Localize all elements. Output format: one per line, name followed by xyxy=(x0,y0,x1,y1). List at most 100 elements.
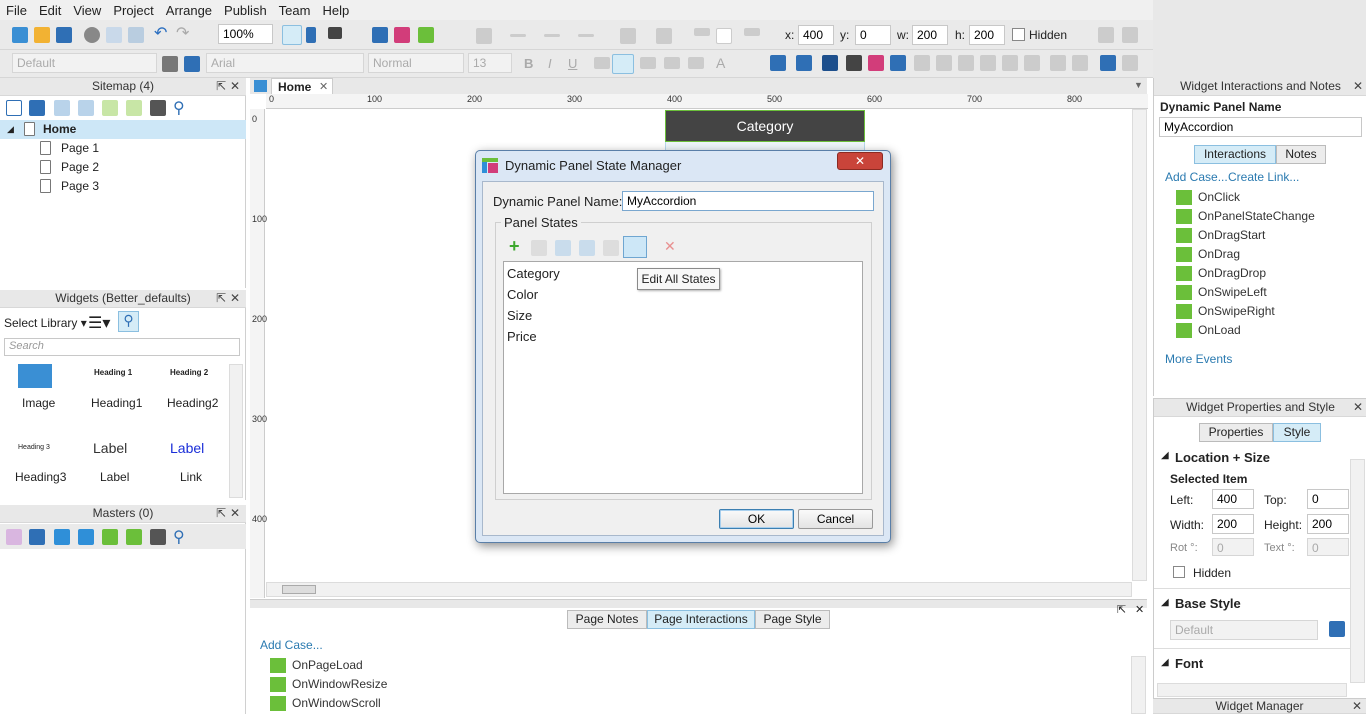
style-select[interactable]: Default xyxy=(12,53,157,73)
panel-name-input[interactable]: MyAccordion xyxy=(622,191,874,211)
close-icon[interactable]: ✕ xyxy=(1353,78,1363,95)
bullets-icon[interactable] xyxy=(664,57,680,69)
tab-menu-icon[interactable]: ▼ xyxy=(1134,80,1143,90)
menu-publish[interactable]: Publish xyxy=(224,3,267,18)
export-icon[interactable] xyxy=(1122,27,1138,43)
canvas-hscrollbar[interactable] xyxy=(266,582,1132,597)
hidden-checkbox[interactable] xyxy=(1173,566,1185,578)
sitemap-item-page-1[interactable]: Page 1 xyxy=(0,139,246,158)
add-folder-icon[interactable] xyxy=(29,100,45,116)
move-up-icon[interactable] xyxy=(54,100,70,116)
align-middle-objects-icon[interactable] xyxy=(1002,55,1018,71)
font-color-icon[interactable]: A xyxy=(716,55,725,71)
pin-icon[interactable]: ⇱ xyxy=(216,78,226,95)
event-onclick[interactable]: OnClick xyxy=(1176,188,1240,207)
event-ondragstart[interactable]: OnDragStart xyxy=(1176,226,1265,245)
heading2-preview[interactable]: Heading 2 xyxy=(170,368,208,377)
add-folder-icon[interactable] xyxy=(29,529,45,545)
new-file-icon[interactable] xyxy=(12,27,28,43)
tab-notes[interactable]: Notes xyxy=(1276,145,1326,164)
menu-edit[interactable]: Edit xyxy=(39,3,61,18)
y-input[interactable]: 0 xyxy=(855,25,891,45)
canvas-vscrollbar[interactable] xyxy=(1132,109,1147,581)
width-input[interactable]: 200 xyxy=(1212,514,1254,534)
heading1-preview[interactable]: Heading 1 xyxy=(94,368,132,377)
pin-icon[interactable]: ⇱ xyxy=(1117,603,1126,616)
send-back-icon[interactable] xyxy=(846,55,862,71)
state-item-price[interactable]: Price xyxy=(507,329,537,344)
align-objects-icon[interactable] xyxy=(914,55,930,71)
ungroup-icon[interactable] xyxy=(890,55,906,71)
rot-input[interactable]: 0 xyxy=(1212,538,1254,556)
tab-interactions[interactable]: Interactions xyxy=(1194,145,1276,164)
open-folder-icon[interactable] xyxy=(34,27,50,43)
align-center-objects-icon[interactable] xyxy=(936,55,952,71)
delete-master-icon[interactable] xyxy=(150,529,166,545)
close-icon[interactable]: ✕ xyxy=(1353,399,1363,416)
event-onwindowscroll[interactable]: OnWindowScroll xyxy=(270,694,381,713)
add-case-link[interactable]: Add Case... xyxy=(1165,170,1228,184)
tab-style[interactable]: Style xyxy=(1273,423,1321,442)
share-icon[interactable] xyxy=(394,27,410,43)
share-prototype-icon[interactable] xyxy=(1098,27,1114,43)
bold-icon[interactable]: B xyxy=(524,56,533,71)
shadow-icon[interactable] xyxy=(656,28,672,44)
state-item-color[interactable]: Color xyxy=(507,287,538,302)
add-state-icon[interactable]: + xyxy=(509,237,520,255)
tab-home[interactable]: Home ✕ xyxy=(271,78,333,95)
more-events-link[interactable]: More Events xyxy=(1165,352,1232,366)
tab-page-interactions[interactable]: Page Interactions xyxy=(647,610,755,629)
event-ondragdrop[interactable]: OnDragDrop xyxy=(1176,264,1266,283)
heading3-preview[interactable]: Heading 3 xyxy=(18,444,50,451)
collapse-icon[interactable]: ◢ xyxy=(1161,657,1169,668)
bring-forward-icon[interactable] xyxy=(796,55,812,71)
w-input[interactable]: 200 xyxy=(912,25,948,45)
align-right-objects-icon[interactable] xyxy=(958,55,974,71)
collapse-icon[interactable]: ◢ xyxy=(7,120,14,139)
send-backward-icon[interactable] xyxy=(822,55,838,71)
delete-state-icon[interactable]: ✕ xyxy=(664,238,676,255)
event-onwindowresize[interactable]: OnWindowResize xyxy=(270,675,387,694)
edit-state-icon[interactable] xyxy=(603,240,619,256)
link-preview[interactable]: Label xyxy=(170,440,204,456)
align-top-objects-icon[interactable] xyxy=(980,55,996,71)
cancel-button[interactable]: Cancel xyxy=(798,509,873,529)
cut-icon[interactable] xyxy=(84,27,100,43)
link-icon[interactable] xyxy=(688,57,704,69)
properties-hscrollbar[interactable] xyxy=(1157,683,1347,697)
outdent-icon[interactable] xyxy=(126,529,142,545)
state-item-category[interactable]: Category xyxy=(507,266,560,281)
border-style-icon[interactable] xyxy=(476,28,492,44)
properties-vscrollbar[interactable] xyxy=(1350,459,1365,683)
panel-name-input[interactable]: MyAccordion xyxy=(1159,117,1362,137)
sitemap-item-page-2[interactable]: Page 2 xyxy=(0,158,246,177)
label-preview[interactable]: Label xyxy=(93,440,127,456)
event-onswiperight[interactable]: OnSwipeRight xyxy=(1176,302,1275,321)
add-master-icon[interactable] xyxy=(6,529,22,545)
align-bottom-objects-icon[interactable] xyxy=(1024,55,1040,71)
indent-icon[interactable] xyxy=(102,529,118,545)
menu-team[interactable]: Team xyxy=(279,3,311,18)
close-icon[interactable]: ✕ xyxy=(1135,603,1144,616)
move-down-icon[interactable] xyxy=(579,240,595,256)
unlock-icon[interactable] xyxy=(1122,55,1138,71)
add-page-icon[interactable] xyxy=(6,100,22,116)
collapse-icon[interactable]: ◢ xyxy=(1161,450,1169,461)
align-center-icon[interactable] xyxy=(612,54,634,74)
splitter[interactable] xyxy=(250,600,1147,608)
x-input[interactable]: 400 xyxy=(798,25,834,45)
line-dash-icon[interactable] xyxy=(544,34,560,37)
edit-all-states-icon[interactable] xyxy=(623,236,647,258)
align-middle-icon[interactable] xyxy=(716,28,732,44)
publish-icon[interactable] xyxy=(418,27,434,43)
tab-properties[interactable]: Properties xyxy=(1199,423,1273,442)
collapse-icon[interactable]: ◢ xyxy=(1161,597,1169,608)
move-up-icon[interactable] xyxy=(54,529,70,545)
dialog-close-button[interactable]: ✕ xyxy=(837,152,883,170)
create-link-link[interactable]: Create Link... xyxy=(1228,170,1299,184)
search-icon[interactable]: ⚲ xyxy=(118,311,139,332)
ok-button[interactable]: OK xyxy=(719,509,794,529)
menu-view[interactable]: View xyxy=(73,3,101,18)
move-down-icon[interactable] xyxy=(78,100,94,116)
hscroll-thumb[interactable] xyxy=(282,585,316,594)
